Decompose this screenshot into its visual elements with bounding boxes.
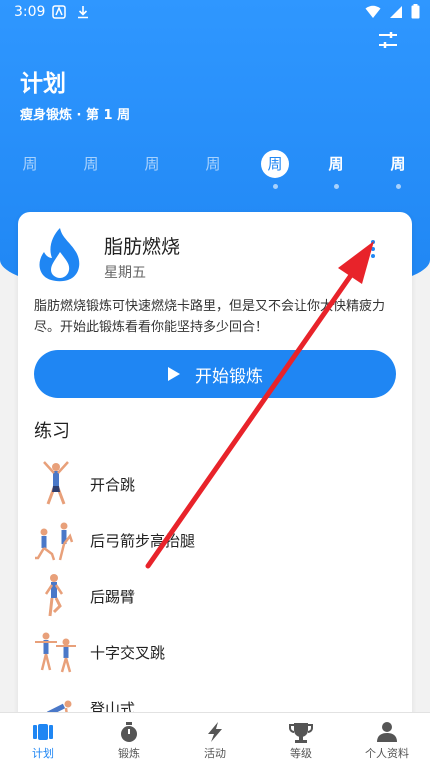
exercises-section-title: 练习 <box>34 421 70 442</box>
tab-plan[interactable]: 计划 <box>0 713 86 766</box>
jumping-jack-figure-icon <box>43 461 69 505</box>
workout-title: 脂肪燃烧 <box>104 236 181 258</box>
lightning-icon <box>208 722 222 742</box>
play-icon <box>168 367 180 381</box>
exercise-name: 后弓箭步高抬腿 <box>90 532 196 550</box>
exercise-item[interactable]: 后弓箭步高抬腿 <box>34 516 394 562</box>
workout-day: 星期五 <box>104 265 146 281</box>
battery-icon <box>411 4 420 19</box>
week-day-label: 周 <box>390 155 406 173</box>
exercise-item[interactable]: 后踢臂 <box>34 572 394 618</box>
more-options-button[interactable] <box>364 238 382 262</box>
start-workout-button[interactable]: 开始锻炼 <box>34 350 396 398</box>
notification-a-icon <box>52 5 66 19</box>
workout-description: 脂肪燃烧锻炼可快速燃烧卡路里，但是又不会让你太快精疲力尽。开始此锻炼看看你能坚持… <box>34 299 386 335</box>
week-day[interactable]: 周 <box>76 150 106 178</box>
tab-profile[interactable]: 个人资料 <box>344 713 430 766</box>
sliders-icon <box>379 32 397 48</box>
week-day[interactable]: 周 <box>137 150 167 178</box>
tab-label: 计划 <box>32 747 54 760</box>
exercise-item[interactable]: 十字交叉跳 <box>34 628 394 674</box>
week-day-dot <box>272 184 278 189</box>
status-bar: 3:09 <box>0 0 430 26</box>
flame-drop-icon <box>39 228 80 282</box>
week-day[interactable]: 周 <box>198 150 228 178</box>
tab-label: 个人资料 <box>365 747 409 760</box>
more-dot <box>371 254 375 258</box>
workout-card: 脂肪燃烧 星期五 脂肪燃烧锻炼可快速燃烧卡路里，但是又不会让你太快精疲力尽。开始… <box>18 212 412 732</box>
tab-label: 等级 <box>290 747 312 760</box>
week-day-today[interactable]: 周 <box>260 150 290 189</box>
week-day-label: 周 <box>144 155 160 173</box>
lunge-figure-icon <box>35 522 74 561</box>
week-day-label: 周 <box>22 155 38 173</box>
exercise-name: 开合跳 <box>90 476 136 494</box>
stopwatch-icon <box>121 722 137 742</box>
cross-jump-figure-icon <box>35 632 76 673</box>
week-selector: 周 周 周 周 周 周 周 <box>0 150 430 190</box>
page-title: 计划 <box>20 71 66 97</box>
week-day-label: 周 <box>205 155 221 173</box>
week-day[interactable]: 周 <box>15 150 45 178</box>
week-day[interactable]: 周 <box>383 150 413 189</box>
status-time: 3:09 <box>14 4 46 20</box>
start-workout-label: 开始锻炼 <box>195 366 263 387</box>
tab-activity[interactable]: 活动 <box>172 713 258 766</box>
tab-label: 锻炼 <box>118 747 140 760</box>
filter-settings-button[interactable] <box>376 28 400 52</box>
exercise-item[interactable]: 开合跳 <box>34 460 394 506</box>
tab-workouts[interactable]: 锻炼 <box>86 713 172 766</box>
trophy-icon <box>289 723 313 743</box>
week-day-label: 周 <box>328 155 344 173</box>
plan-subtitle: 瘦身锻炼 · 第 1 周 <box>20 108 131 123</box>
screen: 3:09 计划 瘦身锻炼 · 第 1 周 周 周 周 周 周 周 周 脂肪燃烧 … <box>0 0 430 766</box>
person-icon <box>377 722 397 742</box>
download-icon <box>78 6 88 19</box>
exercise-name: 后踢臂 <box>90 588 136 606</box>
wifi-icon <box>365 5 381 18</box>
week-day-dot <box>395 184 401 189</box>
calendar-icon <box>33 724 53 740</box>
signal-icon <box>390 5 402 18</box>
week-day-label: 周 <box>83 155 99 173</box>
week-day-label: 周 <box>261 150 289 178</box>
more-dot <box>371 247 375 251</box>
more-dot <box>371 240 375 244</box>
week-day[interactable]: 周 <box>321 150 351 189</box>
bottom-tab-bar: 计划 锻炼 活动 等级 个人资料 <box>0 712 430 766</box>
exercise-name: 十字交叉跳 <box>90 644 166 662</box>
butt-kick-figure-icon <box>44 574 64 617</box>
week-day-dot <box>333 184 339 189</box>
tab-label: 活动 <box>204 747 226 760</box>
tab-levels[interactable]: 等级 <box>258 713 344 766</box>
